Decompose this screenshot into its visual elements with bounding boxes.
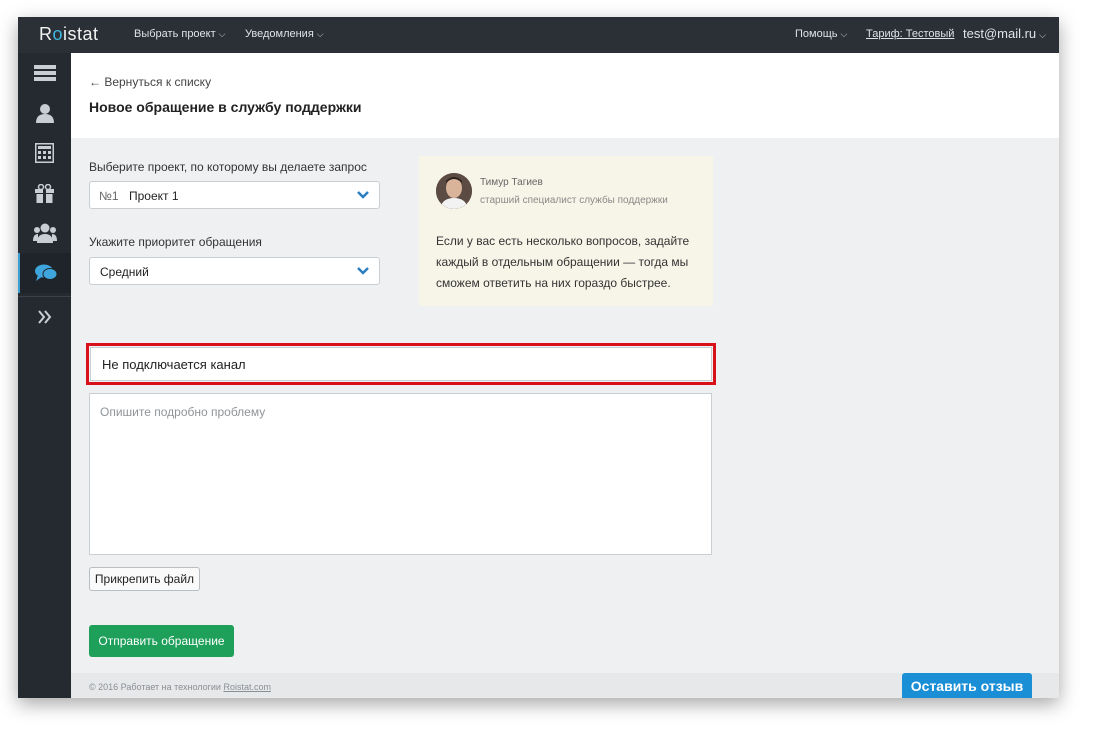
- priority-select[interactable]: Средний: [89, 257, 380, 285]
- project-number: №1: [99, 189, 119, 203]
- chevron-down-icon: [357, 267, 369, 275]
- chevron-down-icon: ⌵: [218, 29, 226, 39]
- sidebar: [18, 53, 71, 698]
- back-to-list-link[interactable]: ← Вернуться к списку: [89, 75, 211, 89]
- avatar: [436, 173, 472, 209]
- chevron-down-icon: [357, 191, 369, 199]
- page-title: Новое обращение в службу поддержки: [89, 99, 362, 115]
- support-form: Выберите проект, по которому вы делаете …: [71, 138, 1059, 683]
- priority-label: Укажите приоритет обращения: [89, 235, 262, 249]
- servers-icon: [33, 65, 56, 81]
- tip-text: Если у вас есть несколько вопросов, зада…: [436, 234, 690, 290]
- sidebar-item-gifts[interactable]: [18, 173, 71, 213]
- description-textarea[interactable]: [89, 393, 712, 555]
- calculator-icon: [35, 143, 54, 163]
- user-icon: [35, 104, 54, 123]
- footer-link[interactable]: Roistat.com: [223, 682, 271, 692]
- app-window: Roistat Выбрать проект ⌵ Уведомления ⌵ Пом…: [18, 17, 1059, 698]
- chevron-down-icon: ⌵: [840, 29, 848, 39]
- project-label: Выберите проект, по которому вы делаете …: [89, 160, 367, 174]
- nav-tariff[interactable]: Тариф: Тестовый: [866, 28, 954, 40]
- priority-value: Средний: [100, 265, 149, 279]
- nav-help[interactable]: Помощь ⌵: [795, 28, 847, 40]
- top-navbar: Roistat Выбрать проект ⌵ Уведомления ⌵ Пом…: [18, 17, 1059, 53]
- project-select[interactable]: №1 Проект 1: [89, 181, 380, 209]
- sidebar-item-team[interactable]: [18, 213, 71, 253]
- chevron-down-icon: ⌵: [316, 29, 324, 39]
- page-header: ← Вернуться к списку Новое обращение в с…: [71, 53, 1059, 138]
- sidebar-item-profile[interactable]: [18, 93, 71, 133]
- attach-file-button[interactable]: Прикрепить файл: [89, 567, 200, 591]
- users-icon: [32, 223, 57, 243]
- specialist-role: старший специалист службы поддержки: [480, 195, 668, 206]
- project-value: Проект 1: [129, 189, 179, 203]
- nav-user-menu[interactable]: test@mail.ru ⌵: [963, 26, 1046, 41]
- footer-text: © 2016 Работает на технологии Roistat.co…: [89, 682, 271, 692]
- sidebar-expand-button[interactable]: [18, 297, 71, 337]
- sidebar-item-calculator[interactable]: [18, 133, 71, 173]
- specialist-name: Тимур Тагиев: [480, 177, 543, 188]
- chat-icon: [34, 264, 57, 281]
- double-chevron-right-icon: [37, 310, 51, 324]
- gift-icon: [35, 183, 54, 203]
- chevron-down-icon: ⌵: [1039, 30, 1046, 40]
- nav-notifications[interactable]: Уведомления ⌵: [245, 28, 324, 40]
- support-tip-card: Тимур Тагиев старший специалист службы п…: [419, 156, 713, 306]
- nav-choose-project[interactable]: Выбрать проект ⌵: [134, 28, 225, 40]
- subject-input[interactable]: [90, 347, 712, 381]
- roistat-logo[interactable]: Roistat: [39, 24, 99, 45]
- leave-feedback-button[interactable]: Оставить отзыв: [902, 673, 1032, 698]
- sidebar-item-servers[interactable]: [18, 53, 71, 93]
- sidebar-item-support[interactable]: [18, 253, 71, 293]
- submit-request-button[interactable]: Отправить обращение: [89, 625, 234, 657]
